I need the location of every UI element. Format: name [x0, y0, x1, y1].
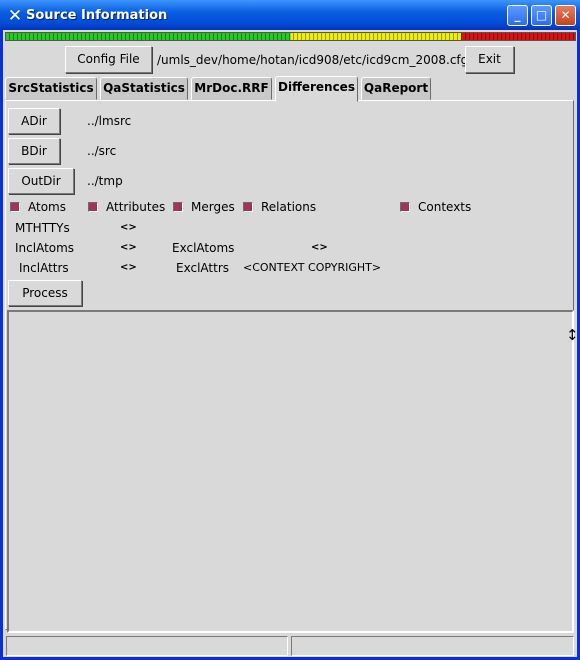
process-button[interactable]: Process	[8, 280, 82, 306]
inclattrs-label: InclAttrs	[19, 261, 69, 275]
tab-qareport[interactable]: QaReport	[361, 77, 431, 100]
adir-value: ../lmsrc	[87, 114, 132, 128]
adir-button[interactable]: ADir	[8, 108, 60, 134]
atoms-checkbox[interactable]	[10, 202, 20, 212]
config-file-button[interactable]: Config File	[65, 46, 152, 73]
tab-qastatistics[interactable]: QaStatistics	[100, 77, 188, 100]
inclatoms-label: InclAtoms	[15, 241, 75, 255]
output-text-area[interactable]	[7, 310, 574, 633]
bdir-value: ../src	[87, 144, 117, 158]
bdir-button[interactable]: BDir	[8, 138, 60, 164]
resize-grip-icon[interactable]: ↕	[566, 328, 579, 343]
level-meter	[5, 32, 576, 41]
exclatoms-value[interactable]: <>	[311, 242, 328, 253]
relations-label: Relations	[261, 200, 317, 214]
outdir-value: ../tmp	[87, 174, 123, 188]
merges-checkbox[interactable]	[173, 202, 183, 212]
status-bar-right	[291, 636, 574, 656]
mthttys-label: MTHTTYs	[15, 221, 70, 235]
exit-button[interactable]: Exit	[465, 46, 514, 73]
merges-label: Merges	[191, 200, 235, 214]
attributes-label: Attributes	[106, 200, 166, 214]
atoms-label: Atoms	[28, 200, 66, 214]
exclattrs-label: ExclAttrs	[176, 261, 229, 275]
maximize-button[interactable]: □	[531, 5, 552, 26]
minimize-button[interactable]: _	[507, 5, 528, 26]
tab-srcstatistics[interactable]: SrcStatistics	[5, 77, 97, 100]
window-title: Source Information	[26, 8, 168, 23]
tab-differences[interactable]: Differences	[275, 76, 358, 102]
inclatoms-value[interactable]: <>	[120, 242, 137, 253]
inclattrs-value[interactable]: <>	[120, 262, 137, 273]
status-bar-left	[6, 636, 288, 656]
config-path: /umls_dev/home/hotan/icd908/etc/icd9cm_2…	[157, 53, 469, 67]
exclatoms-label: ExclAtoms	[172, 241, 235, 255]
title-bar[interactable]: ✕ Source Information _ □ ✕	[0, 0, 580, 30]
exclattrs-value[interactable]: <CONTEXT COPYRIGHT>	[243, 261, 381, 274]
attributes-checkbox[interactable]	[88, 202, 98, 212]
contexts-checkbox[interactable]	[400, 202, 410, 212]
relations-checkbox[interactable]	[243, 202, 253, 212]
x-logo-icon: ✕	[7, 6, 23, 26]
mthttys-value[interactable]: <>	[120, 222, 137, 233]
contexts-label: Contexts	[418, 200, 472, 214]
close-button[interactable]: ✕	[555, 5, 576, 26]
tab-mrdoc-rrf[interactable]: MrDoc.RRF	[191, 77, 272, 100]
outdir-button[interactable]: OutDir	[8, 168, 74, 194]
